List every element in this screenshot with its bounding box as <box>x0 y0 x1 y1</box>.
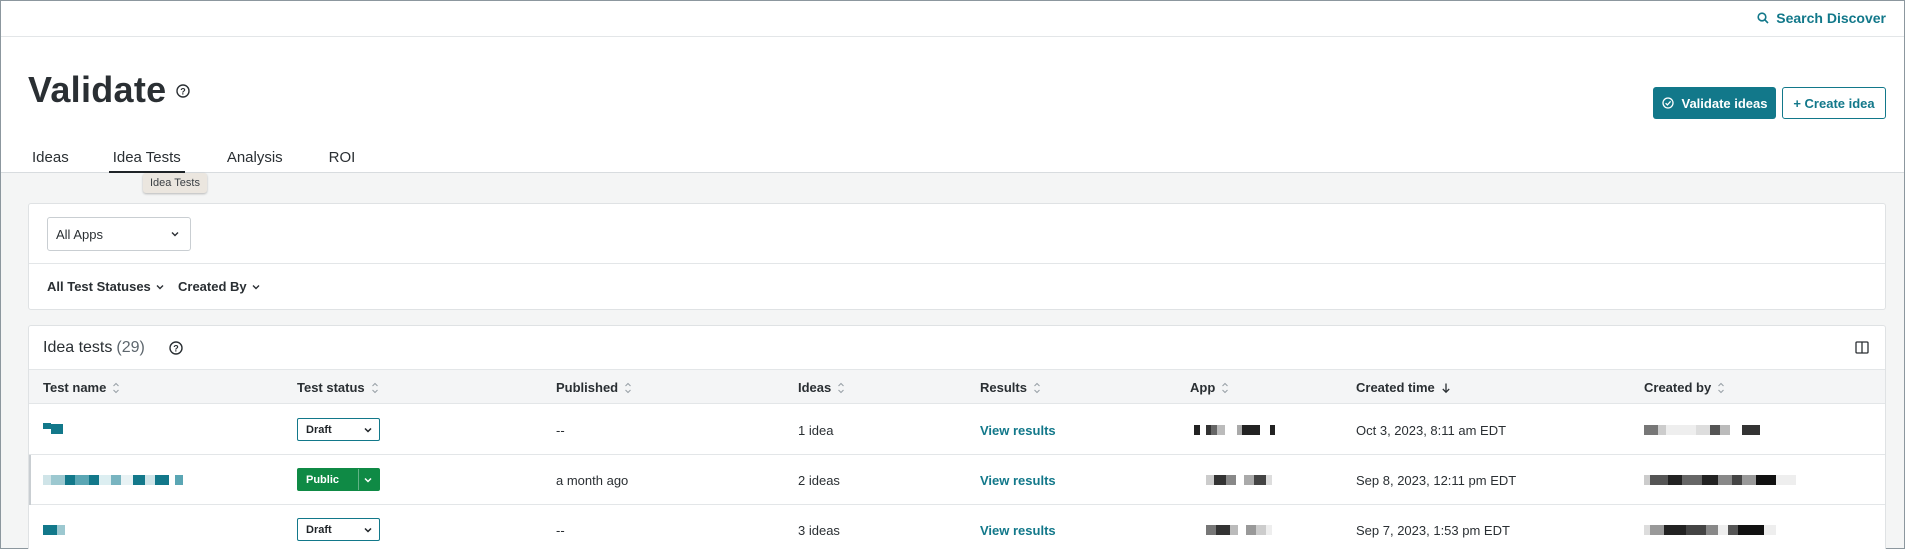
column-label: App <box>1190 380 1216 395</box>
column-header-created-by[interactable]: Created by <box>1644 380 1725 395</box>
test-status-label: Draft <box>306 423 332 436</box>
column-header-ideas[interactable]: Ideas <box>798 380 845 395</box>
tab-ideas[interactable]: Ideas <box>30 149 71 173</box>
table-header: Test name Test status Published Ideas Re… <box>29 369 1885 404</box>
test-status-label: Draft <box>306 523 332 536</box>
created-time-cell: Sep 7, 2023, 1:53 pm EDT <box>1356 523 1510 538</box>
help-icon[interactable]: ? <box>176 84 190 98</box>
validate-ideas-label: Validate ideas <box>1681 95 1768 111</box>
search-icon <box>1757 12 1769 24</box>
sort-icon <box>838 382 845 393</box>
chevron-down-icon <box>364 477 372 483</box>
table-count: (29) <box>116 339 145 356</box>
test-status-dropdown[interactable]: Draft <box>297 418 380 441</box>
ideas-cell: 3 ideas <box>798 523 840 538</box>
row-selection-marker <box>29 455 31 505</box>
sort-icon <box>1222 382 1229 393</box>
filters-panel: All Apps All Test Statuses Created By <box>28 203 1886 310</box>
published-cell: -- <box>556 523 565 538</box>
sort-icon <box>1034 382 1040 393</box>
search-discover-label: Search Discover <box>1776 10 1886 26</box>
svg-text:?: ? <box>180 87 186 97</box>
column-label: Created by <box>1644 380 1712 395</box>
created-by-filter-label: Created By <box>178 279 247 294</box>
test-name-link-redacted[interactable] <box>43 524 65 536</box>
sort-desc-icon <box>1442 383 1450 393</box>
tab-idea-tests[interactable]: Idea Tests <box>108 149 185 173</box>
ideas-cell: 1 idea <box>798 423 834 438</box>
top-bar: Search Discover <box>1 1 1904 37</box>
column-label: Published <box>556 380 619 395</box>
created-by-redacted <box>1644 524 1776 536</box>
dropdown-split <box>358 469 359 490</box>
chevron-down-icon <box>364 527 372 533</box>
view-results-link[interactable]: View results <box>980 423 1056 438</box>
column-label: Results <box>980 380 1027 395</box>
table-title: Idea tests (29) <box>43 339 145 357</box>
created-by-redacted <box>1644 474 1796 486</box>
app-name-redacted <box>1206 474 1272 486</box>
filters-divider <box>29 263 1885 264</box>
app-name-redacted <box>1194 424 1275 436</box>
published-cell: -- <box>556 423 565 438</box>
page-title: Validate <box>28 69 167 110</box>
app-name-redacted <box>1206 524 1272 536</box>
test-status-filter[interactable]: All Test Statuses <box>47 279 165 294</box>
column-header-test-status[interactable]: Test status <box>297 380 379 395</box>
columns-icon[interactable] <box>1855 341 1869 354</box>
tab-roi[interactable]: ROI <box>327 149 358 173</box>
search-discover-link[interactable]: Search Discover <box>1757 10 1886 26</box>
apps-select-value: All Apps <box>56 226 103 242</box>
help-icon[interactable]: ? <box>169 341 183 355</box>
test-status-filter-label: All Test Statuses <box>47 279 151 294</box>
tab-analysis[interactable]: Analysis <box>225 149 285 173</box>
tab-tooltip: Idea Tests <box>143 173 207 193</box>
ideas-cell: 2 ideas <box>798 473 840 488</box>
create-idea-button[interactable]: + Create idea <box>1782 87 1886 119</box>
validate-ideas-button[interactable]: Validate ideas <box>1653 87 1776 119</box>
chevron-down-icon <box>171 232 179 237</box>
column-header-test-name[interactable]: Test name <box>43 380 120 395</box>
created-time-cell: Oct 3, 2023, 8:11 am EDT <box>1356 423 1507 438</box>
sort-icon <box>1718 382 1725 393</box>
column-label: Test name <box>43 380 107 395</box>
view-results-link[interactable]: View results <box>980 523 1056 538</box>
created-by-redacted <box>1644 424 1760 436</box>
column-header-created-time[interactable]: Created time <box>1356 380 1451 395</box>
test-status-dropdown[interactable]: Draft <box>297 518 380 541</box>
create-idea-label: + Create idea <box>1793 95 1875 111</box>
table-row: Draft -- 3 ideas View results Sep 7, 202… <box>29 505 1885 549</box>
apps-select[interactable]: All Apps <box>47 217 191 251</box>
page-header: Validate ? Validate ideas + Create idea … <box>1 37 1904 173</box>
sort-icon <box>625 382 632 393</box>
published-cell: a month ago <box>556 473 629 488</box>
test-name-link-redacted[interactable] <box>43 423 63 435</box>
sort-icon <box>113 382 120 393</box>
chevron-down-icon <box>252 284 260 289</box>
table-row: Draft -- 1 idea View results Oct 3, 2023… <box>29 405 1885 455</box>
column-header-results[interactable]: Results <box>980 380 1041 395</box>
created-time-cell: Sep 8, 2023, 12:11 pm EDT <box>1356 473 1517 488</box>
view-results-link[interactable]: View results <box>980 473 1056 488</box>
column-label: Ideas <box>798 380 832 395</box>
created-by-filter[interactable]: Created By <box>178 279 261 294</box>
chevron-down-icon <box>364 427 372 433</box>
sort-icon <box>371 382 378 393</box>
table-title-text: Idea tests <box>43 339 113 356</box>
check-circle-icon <box>1661 97 1674 109</box>
column-header-app[interactable]: App <box>1190 380 1229 395</box>
svg-text:?: ? <box>173 344 179 354</box>
column-header-published[interactable]: Published <box>556 380 632 395</box>
test-name-link-redacted[interactable] <box>43 474 183 486</box>
test-status-dropdown[interactable]: Public <box>297 468 380 491</box>
column-label: Created time <box>1356 380 1435 395</box>
chevron-down-icon <box>156 284 164 289</box>
test-status-label: Public <box>306 473 340 486</box>
tab-bar: Ideas Idea Tests Analysis ROI <box>30 149 357 173</box>
column-label: Test status <box>297 380 365 395</box>
idea-tests-table: Idea tests (29) ? Test name Test status P… <box>28 325 1886 549</box>
table-row: Public a month ago 2 ideas View results … <box>29 455 1885 505</box>
